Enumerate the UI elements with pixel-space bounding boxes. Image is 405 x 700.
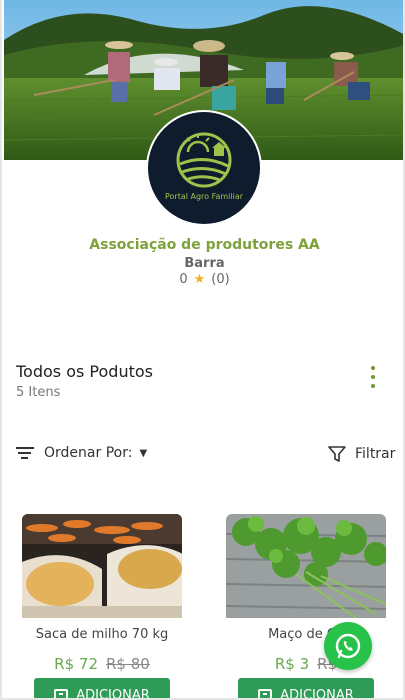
old-price: R$ 80 (106, 655, 150, 673)
products-count: 5 Itens (16, 385, 61, 400)
products-section-title: Todos os Podutos (16, 362, 153, 381)
farm-logo-icon (176, 132, 232, 188)
product-card[interactable]: Saca de milho 70 kg R$ 72 R$ 80 ADICIONAR (22, 514, 182, 700)
page-frame: Portal Agro Familiar Associação de produ… (0, 0, 405, 700)
add-to-cart-button[interactable]: ADICIONAR (238, 678, 374, 700)
product-name: Saca de milho 70 kg (35, 627, 169, 642)
caret-down-icon: ▼ (139, 447, 148, 459)
add-button-label: ADICIONAR (76, 687, 150, 700)
filter-label: Filtrar (355, 446, 396, 462)
sort-dropdown[interactable]: Ordenar Por: ▼ (16, 445, 147, 461)
store-rating: 0 ★ (0) (2, 272, 403, 287)
current-price: R$ 72 (54, 655, 98, 673)
filter-button[interactable]: Filtrar (328, 445, 395, 463)
star-icon: ★ (193, 272, 206, 287)
cart-icon (54, 689, 69, 698)
product-card[interactable]: Maço de Co R$ 3 R$ ADICIONAR (226, 514, 386, 700)
whatsapp-button[interactable] (324, 622, 372, 670)
store-name: Associação de produtores AA (89, 237, 320, 253)
sort-icon (16, 446, 34, 460)
rating-value: 0 (179, 272, 188, 287)
current-price: R$ 3 (274, 655, 310, 673)
product-image (226, 514, 386, 618)
product-image (22, 514, 182, 618)
more-options-icon[interactable] (362, 366, 384, 396)
sort-label: Ordenar Por: (44, 445, 133, 461)
whatsapp-icon (335, 633, 361, 659)
rating-count: (0) (211, 272, 230, 287)
logo-caption: Portal Agro Familiar (164, 192, 244, 201)
product-price: R$ 72 R$ 80 (22, 655, 182, 673)
add-button-label: ADICIONAR (280, 687, 354, 700)
add-to-cart-button[interactable]: ADICIONAR (34, 678, 170, 700)
store-logo: Portal Agro Familiar (148, 112, 260, 224)
cart-icon (258, 689, 273, 698)
store-city: Barra (184, 256, 225, 271)
filter-icon (328, 446, 346, 462)
